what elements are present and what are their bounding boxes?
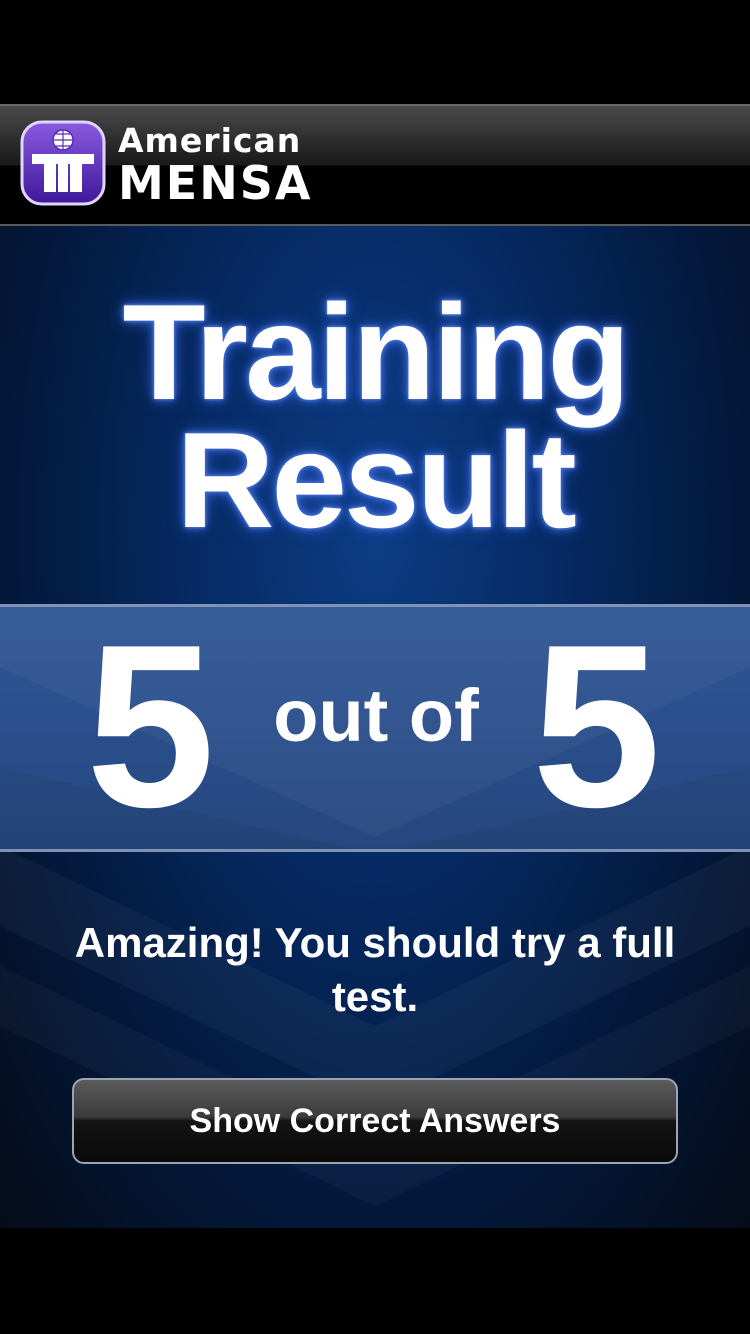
title-line-result: Result [176,404,577,556]
score-correct: 5 [86,604,216,852]
show-correct-answers-button[interactable]: Show Correct Answers [72,1078,678,1164]
title-line-training: Training [122,276,631,428]
mensa-logo-icon [20,120,106,210]
score-separator: out of [273,674,479,757]
bottom-area [0,1228,750,1334]
result-panel: Training Result 5 out of 5 Amazing! You … [0,226,750,1228]
score-total: 5 [532,604,662,852]
brand-name: American MENSA [118,121,313,210]
page-title: Training Result [0,276,750,556]
result-message: Amazing! You should try a full test. [74,919,676,1020]
screen: American MENSA Training Result 5 out of … [0,0,750,1334]
app-header: American MENSA [0,104,750,226]
brand-line-american: American [118,121,302,160]
status-bar-area [0,0,750,104]
brand-line-mensa: MENSA [118,156,313,210]
score-band: 5 out of 5 [0,604,750,852]
